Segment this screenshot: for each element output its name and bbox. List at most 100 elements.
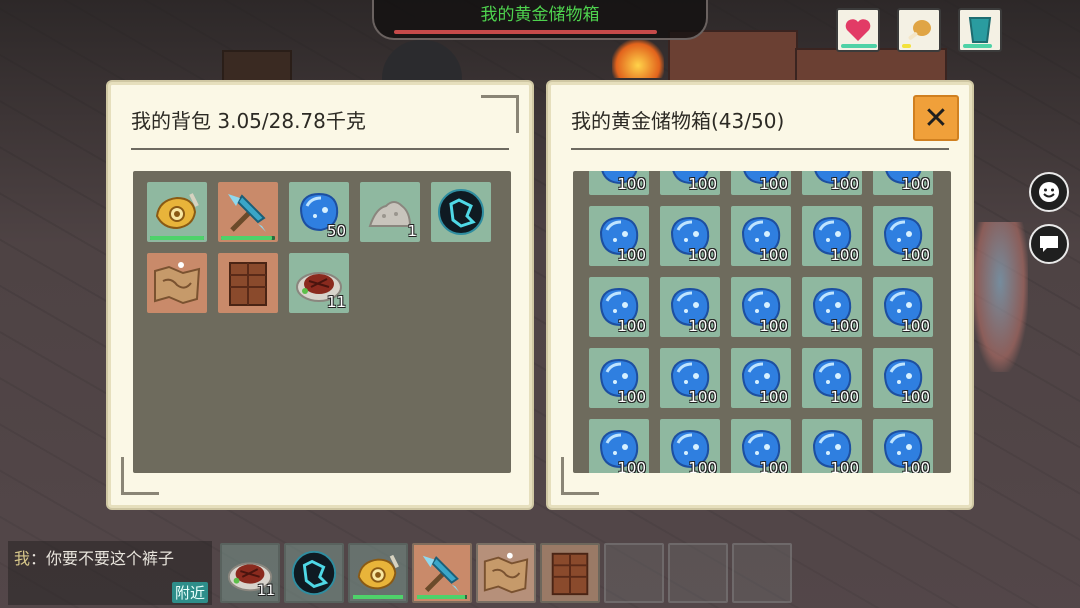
golden-horn-icon — [151, 186, 203, 238]
target-name: 我的黄金储物箱 — [480, 5, 600, 25]
hotbar-slot[interactable]: 11 — [220, 543, 280, 603]
inventory-slot[interactable] — [147, 182, 207, 242]
storage-panel: 我的黄金储物箱(43/50) ✕ 100 100 100 100 100 100 100 10… — [548, 82, 972, 508]
item-count: 100 — [901, 459, 930, 473]
item-count: 100 — [759, 246, 788, 264]
drumstick-icon — [908, 20, 931, 40]
chat-channel-nearby[interactable]: 附近 — [171, 582, 208, 603]
durability-bar — [150, 236, 204, 240]
chat-bubble-icon — [1040, 236, 1058, 252]
inventory-slot[interactable]: 1 — [360, 182, 420, 242]
item-count: 100 — [617, 246, 646, 264]
inventory-slot[interactable]: 100 — [660, 277, 720, 337]
item-count: 11 — [257, 583, 275, 599]
inventory-slot[interactable] — [218, 253, 278, 313]
inventory-slot[interactable] — [147, 253, 207, 313]
item-count: 100 — [617, 388, 646, 406]
inventory-slot[interactable]: 100 — [731, 171, 791, 195]
target-health-bar — [394, 30, 657, 34]
inventory-slot[interactable]: 100 — [660, 348, 720, 408]
hotbar-slot[interactable] — [540, 543, 600, 603]
item-count: 100 — [901, 317, 930, 335]
scene-campfire — [612, 36, 664, 78]
inventory-slot[interactable]: 50 — [289, 182, 349, 242]
hotbar-slot[interactable] — [476, 543, 536, 603]
inventory-slot[interactable]: 100 — [802, 277, 862, 337]
inventory-slot[interactable]: 100 — [802, 419, 862, 473]
inventory-slot[interactable]: 100 — [802, 348, 862, 408]
scene-chest-2 — [795, 48, 947, 82]
inventory-slot[interactable]: 100 — [731, 348, 791, 408]
item-count: 100 — [759, 175, 788, 193]
inventory-slot[interactable]: 100 — [589, 171, 649, 195]
inventory-slot[interactable]: 100 — [660, 171, 720, 195]
item-count: 100 — [688, 459, 717, 473]
inventory-slot[interactable]: 100 — [802, 206, 862, 266]
inventory-slot[interactable]: 100 — [873, 277, 933, 337]
panel-ornament — [481, 95, 519, 133]
inventory-slot[interactable]: 100 — [660, 419, 720, 473]
health-bar — [841, 44, 877, 48]
divider — [571, 148, 949, 150]
emote-button[interactable] — [1029, 172, 1069, 212]
chat-button[interactable] — [1029, 224, 1069, 264]
hotbar-slot[interactable] — [668, 543, 728, 603]
health-status[interactable] — [836, 8, 880, 52]
item-count: 100 — [830, 175, 859, 193]
scene-pot — [382, 40, 462, 86]
inventory-slot[interactable] — [218, 182, 278, 242]
close-button[interactable]: ✕ — [913, 95, 959, 141]
backpack-title: 我的背包 3.05/28.78千克 — [131, 109, 366, 133]
inventory-slot[interactable]: 100 — [660, 206, 720, 266]
hotbar-slot[interactable] — [348, 543, 408, 603]
inventory-slot[interactable]: 100 — [589, 206, 649, 266]
item-count: 100 — [901, 246, 930, 264]
item-count: 100 — [688, 246, 717, 264]
inventory-slot[interactable]: 11 — [289, 253, 349, 313]
inventory-slot[interactable] — [431, 182, 491, 242]
inventory-slot[interactable]: 100 — [731, 277, 791, 337]
item-count: 11 — [326, 293, 346, 311]
inventory-slot[interactable]: 100 — [731, 419, 791, 473]
durability-bar — [417, 595, 467, 599]
map-icon — [481, 548, 531, 598]
smiley-icon — [1039, 182, 1059, 202]
item-count: 100 — [759, 317, 788, 335]
storage-grid[interactable]: 100 100 100 100 100 100 100 100 100 100 100 100 100 1… — [573, 171, 951, 473]
crystal-pickaxe-icon — [417, 548, 467, 598]
backpack-panel: 我的背包 3.05/28.78千克 50 1 11 — [108, 82, 532, 508]
inventory-slot[interactable]: 100 — [731, 206, 791, 266]
item-count: 100 — [830, 388, 859, 406]
item-count: 100 — [901, 175, 930, 193]
backpack-grid: 50 1 11 — [133, 171, 511, 473]
divider — [131, 148, 509, 150]
target-name-bar: 我的黄金储物箱 — [372, 0, 708, 40]
hotbar-slot[interactable] — [284, 543, 344, 603]
item-count: 1 — [407, 222, 417, 240]
item-count: 50 — [326, 222, 346, 240]
panel-ornament — [121, 457, 159, 495]
item-count: 100 — [617, 175, 646, 193]
thirst-status[interactable] — [958, 8, 1002, 52]
hotbar-slot[interactable] — [604, 543, 664, 603]
item-count: 100 — [830, 459, 859, 473]
inventory-slot[interactable]: 100 — [802, 171, 862, 195]
inventory-slot[interactable]: 100 — [873, 206, 933, 266]
item-count: 100 — [688, 175, 717, 193]
close-icon: ✕ — [923, 100, 949, 136]
item-count: 100 — [759, 388, 788, 406]
inventory-slot[interactable]: 100 — [589, 348, 649, 408]
durability-bar — [353, 595, 403, 599]
inventory-slot[interactable]: 100 — [589, 277, 649, 337]
hotbar-slot[interactable] — [732, 543, 792, 603]
inventory-slot[interactable]: 100 — [873, 171, 933, 195]
heart-icon — [845, 19, 871, 41]
inventory-slot[interactable]: 100 — [873, 348, 933, 408]
hotbar-slot[interactable] — [412, 543, 472, 603]
thirst-bar — [963, 44, 992, 48]
item-count: 100 — [830, 246, 859, 264]
hunger-status[interactable] — [897, 8, 941, 52]
chat-box[interactable]: 我：你要不要这个裤子 附近 — [8, 541, 212, 605]
item-count: 100 — [688, 388, 717, 406]
inventory-slot[interactable]: 100 — [873, 419, 933, 473]
